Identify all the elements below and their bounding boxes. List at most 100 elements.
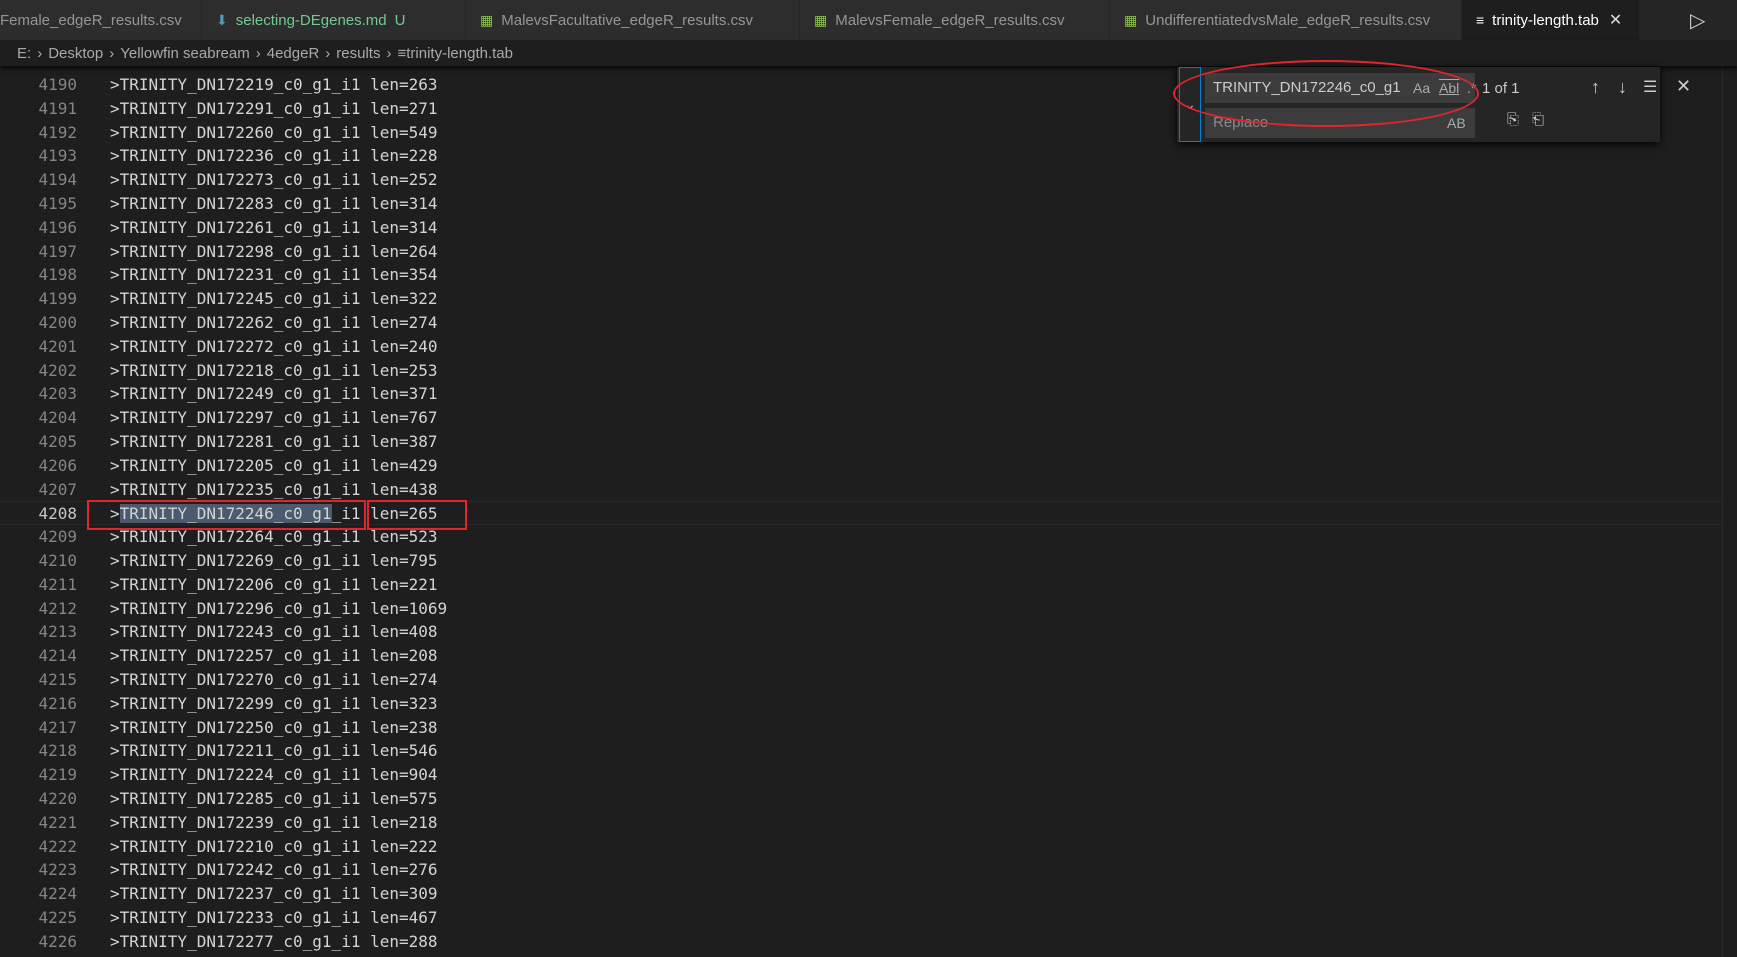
line-text: >TRINITY_DN172250_c0_g1_i1 len=238 <box>110 717 438 737</box>
find-in-selection-icon[interactable]: ☰ <box>1643 77 1657 97</box>
text-file-icon: ≡ <box>1476 12 1485 28</box>
line-number: 4219 <box>38 765 77 785</box>
code-line[interactable]: 4197 >TRINITY_DN172298_c0_g1_i1 len=264 <box>0 240 1737 264</box>
breadcrumb-item[interactable]: Desktop <box>48 45 103 62</box>
line-text: >TRINITY_DN172298_c0_g1_i1 len=264 <box>110 241 438 261</box>
chevron-right-icon: › <box>325 44 331 62</box>
annotation-box-len <box>367 500 467 530</box>
annotation-box-id <box>87 500 366 530</box>
code-line[interactable]: 4218 >TRINITY_DN172211_c0_g1_i1 len=546 <box>0 739 1737 763</box>
previous-match-icon[interactable]: ↑ <box>1591 77 1600 98</box>
line-number: 4201 <box>38 336 77 356</box>
code-line[interactable]: 4223 >TRINITY_DN172242_c0_g1_i1 len=276 <box>0 858 1737 882</box>
line-number: 4193 <box>38 146 77 166</box>
close-tab-icon[interactable]: ✕ <box>1609 10 1622 30</box>
code-line[interactable]: 4211 >TRINITY_DN172206_c0_g1_i1 len=221 <box>0 573 1737 597</box>
code-line[interactable]: 4225 >TRINITY_DN172233_c0_g1_i1 len=467 <box>0 906 1737 930</box>
line-number: 4202 <box>38 360 77 380</box>
line-number: 4221 <box>38 812 77 832</box>
text-file-icon: ≡ <box>397 44 407 62</box>
breadcrumb-item[interactable]: trinity-length.tab <box>406 45 513 62</box>
line-number: 4223 <box>38 860 77 880</box>
line-number: 4212 <box>38 598 77 618</box>
code-line[interactable]: 4226 >TRINITY_DN172277_c0_g1_i1 len=288 <box>0 930 1737 954</box>
code-line[interactable]: 4215 >TRINITY_DN172270_c0_g1_i1 len=274 <box>0 668 1737 692</box>
scrollbar[interactable] <box>1722 66 1737 957</box>
breadcrumb-item[interactable]: E: <box>17 45 31 62</box>
code-line[interactable]: 4216 >TRINITY_DN172299_c0_g1_i1 len=323 <box>0 692 1737 716</box>
line-number: 4209 <box>38 527 77 547</box>
line-text: >TRINITY_DN172262_c0_g1_i1 len=274 <box>110 312 438 332</box>
code-line[interactable]: 4202 >TRINITY_DN172218_c0_g1_i1 len=253 <box>0 359 1737 383</box>
line-number: 4194 <box>38 170 77 190</box>
tab-0[interactable]: Female_edgeR_results.csv <box>0 0 202 40</box>
run-icon[interactable]: ▷ <box>1690 8 1705 33</box>
code-line[interactable]: 4205 >TRINITY_DN172281_c0_g1_i1 len=387 <box>0 430 1737 454</box>
line-text: >TRINITY_DN172219_c0_g1_i1 len=263 <box>110 75 438 94</box>
code-line[interactable]: 4217 >TRINITY_DN172250_c0_g1_i1 len=238 <box>0 716 1737 740</box>
code-line[interactable]: 4210 >TRINITY_DN172269_c0_g1_i1 len=795 <box>0 549 1737 573</box>
line-text: >TRINITY_DN172205_c0_g1_i1 len=429 <box>110 455 438 475</box>
tab-5[interactable]: ≡ trinity-length.tab ✕ <box>1462 0 1640 40</box>
line-number: 4210 <box>38 550 77 570</box>
line-number: 4197 <box>38 241 77 261</box>
code-line[interactable]: 4214 >TRINITY_DN172257_c0_g1_i1 len=208 <box>0 644 1737 668</box>
line-number: 4199 <box>38 289 77 309</box>
code-line[interactable]: 4207 >TRINITY_DN172235_c0_g1_i1 len=438 <box>0 478 1737 502</box>
code-line[interactable]: 4194 >TRINITY_DN172273_c0_g1_i1 len=252 <box>0 168 1737 192</box>
line-text: >TRINITY_DN172237_c0_g1_i1 len=309 <box>110 884 438 904</box>
code-line[interactable]: 4222 >TRINITY_DN172210_c0_g1_i1 len=222 <box>0 835 1737 859</box>
line-number: 4190 <box>38 75 77 94</box>
code-line[interactable]: 4206 >TRINITY_DN172205_c0_g1_i1 len=429 <box>0 454 1737 478</box>
code-line[interactable]: 4201 >TRINITY_DN172272_c0_g1_i1 len=240 <box>0 335 1737 359</box>
breadcrumb-item[interactable]: results <box>336 45 380 62</box>
code-line[interactable]: 4219 >TRINITY_DN172224_c0_g1_i1 len=904 <box>0 763 1737 787</box>
line-number: 4215 <box>38 669 77 689</box>
line-text: >TRINITY_DN172236_c0_g1_i1 len=228 <box>110 146 438 166</box>
tab-3[interactable]: ▦ MalevsFemale_edgeR_results.csv <box>800 0 1110 40</box>
code-line[interactable]: 4195 >TRINITY_DN172283_c0_g1_i1 len=314 <box>0 192 1737 216</box>
replace-all-icon[interactable]: ⎗ <box>1532 111 1544 128</box>
line-text: >TRINITY_DN172249_c0_g1_i1 len=371 <box>110 384 438 404</box>
line-text: >TRINITY_DN172243_c0_g1_i1 len=408 <box>110 622 438 642</box>
line-text: >TRINITY_DN172231_c0_g1_i1 len=354 <box>110 265 438 285</box>
code-line[interactable]: 4198 >TRINITY_DN172231_c0_g1_i1 len=354 <box>0 263 1737 287</box>
line-text: >TRINITY_DN172269_c0_g1_i1 len=795 <box>110 550 438 570</box>
line-text: >TRINITY_DN172257_c0_g1_i1 len=208 <box>110 646 438 666</box>
code-line[interactable]: 4212 >TRINITY_DN172296_c0_g1_i1 len=1069 <box>0 597 1737 621</box>
line-text: >TRINITY_DN172281_c0_g1_i1 len=387 <box>110 431 438 451</box>
line-number: 4217 <box>38 717 77 737</box>
line-number: 4224 <box>38 884 77 904</box>
code-line[interactable]: 4193 >TRINITY_DN172236_c0_g1_i1 len=228 <box>0 144 1737 168</box>
tab-1[interactable]: ⬇ selecting-DEgenes.md U <box>202 0 466 40</box>
chevron-right-icon: › <box>255 44 261 62</box>
tab-4[interactable]: ▦ UndifferentiatedvsMale_edgeR_results.cs… <box>1110 0 1462 40</box>
next-match-icon[interactable]: ↓ <box>1618 77 1627 98</box>
tab-label: trinity-length.tab <box>1492 11 1599 29</box>
replace-icon[interactable]: ⎘ <box>1507 111 1519 128</box>
code-line[interactable]: 4221 >TRINITY_DN172239_c0_g1_i1 len=218 <box>0 811 1737 835</box>
code-line[interactable]: 4196 >TRINITY_DN172261_c0_g1_i1 len=314 <box>0 216 1737 240</box>
breadcrumb-item[interactable]: 4edgeR <box>267 45 320 62</box>
code-line[interactable]: 4204 >TRINITY_DN172297_c0_g1_i1 len=767 <box>0 406 1737 430</box>
close-find-icon[interactable]: ✕ <box>1676 76 1691 97</box>
code-line[interactable]: 4203 >TRINITY_DN172249_c0_g1_i1 len=371 <box>0 382 1737 406</box>
line-text: >TRINITY_DN172299_c0_g1_i1 len=323 <box>110 693 438 713</box>
tab-2[interactable]: ▦ MalevsFacultative_edgeR_results.csv <box>466 0 800 40</box>
csv-icon: ▦ <box>1124 11 1138 28</box>
line-number: 4196 <box>38 217 77 237</box>
code-line[interactable]: 4200 >TRINITY_DN172262_c0_g1_i1 len=274 <box>0 311 1737 335</box>
line-number: 4200 <box>38 312 77 332</box>
line-number: 4214 <box>38 646 77 666</box>
code-line[interactable]: 4224 >TRINITY_DN172237_c0_g1_i1 len=309 <box>0 882 1737 906</box>
line-text: >TRINITY_DN172296_c0_g1_i1 len=1069 <box>110 598 448 618</box>
line-text: >TRINITY_DN172242_c0_g1_i1 len=276 <box>110 860 438 880</box>
line-number: 4191 <box>38 98 77 118</box>
line-text: >TRINITY_DN172270_c0_g1_i1 len=274 <box>110 669 438 689</box>
code-line[interactable]: 4199 >TRINITY_DN172245_c0_g1_i1 len=322 <box>0 287 1737 311</box>
code-line[interactable]: 4220 >TRINITY_DN172285_c0_g1_i1 len=575 <box>0 787 1737 811</box>
line-number: 4216 <box>38 693 77 713</box>
code-line[interactable]: 4213 >TRINITY_DN172243_c0_g1_i1 len=408 <box>0 620 1737 644</box>
breadcrumb-item[interactable]: Yellowfin seabream <box>120 45 250 62</box>
csv-icon: ▦ <box>814 11 828 28</box>
